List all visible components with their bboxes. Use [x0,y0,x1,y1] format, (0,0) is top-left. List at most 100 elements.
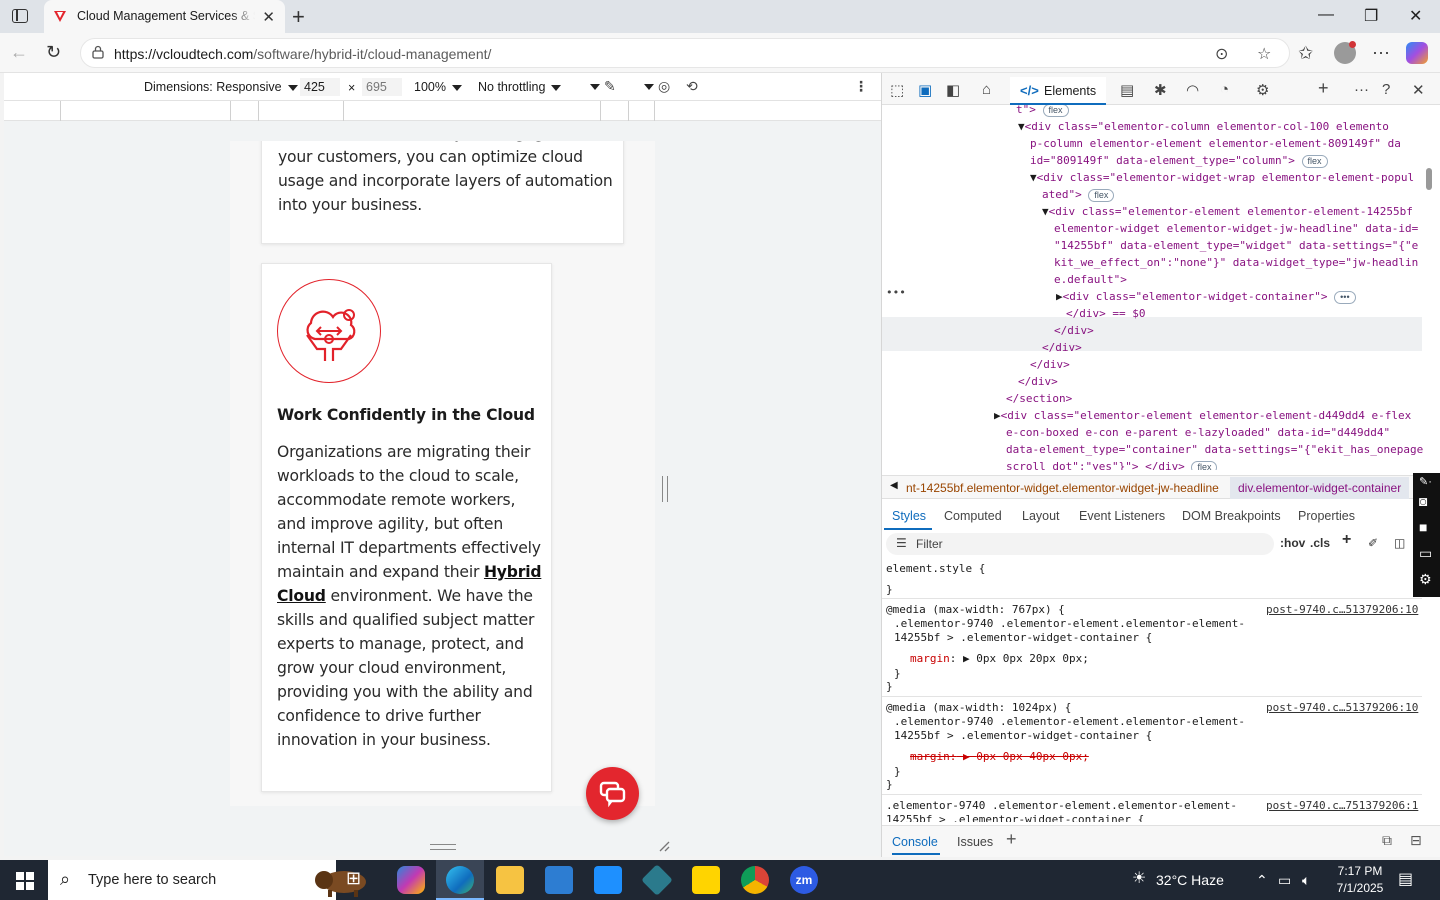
dom-line[interactable]: ▼<div class="elementor-widget-wrap eleme… [1030,170,1414,187]
drawer-add-tab-icon[interactable]: + [1006,829,1017,850]
styles-filter-input[interactable]: ☰ Filter [886,533,1274,555]
device-more-icon[interactable]: ⋮ [854,78,868,95]
viewport-resize-corner-icon[interactable] [658,840,670,852]
dom-line[interactable]: </div> [1054,323,1094,340]
media-query-bar[interactable] [4,101,881,121]
url-text[interactable]: https://vcloudtech.com/software/hybrid-i… [114,46,491,62]
breadcrumb-scroll-left-icon[interactable]: ◀ [890,480,898,491]
device-emulation-icon[interactable]: ▣ [918,81,932,99]
dom-line[interactable]: </div> [1030,357,1070,374]
paint-icon[interactable]: ✐ [1368,536,1378,550]
dom-line[interactable]: e-con-boxed e-con e-parent e-lazyloaded"… [1006,425,1390,442]
taskbar-clock[interactable]: 7:17 PM 7/1/2025 [1330,863,1390,897]
tab-actions-icon[interactable] [12,9,28,23]
dom-line[interactable]: ated"> flex [1042,187,1115,204]
style-source-link[interactable]: post-9740.c…51379206:10 [1266,603,1418,617]
windows-start-icon[interactable] [16,872,34,890]
close-devtools-icon[interactable]: ✕ [1412,81,1425,99]
dom-line[interactable]: p-column elementor-element elementor-ele… [1030,136,1401,153]
dom-scrollbar[interactable] [1426,168,1432,190]
close-window-icon[interactable]: ✕ [1409,6,1422,26]
subtab-dom-breakpoints[interactable]: DOM Breakpoints [1182,509,1281,523]
dom-line[interactable]: ▼<div class="elementor-element elementor… [1042,204,1413,221]
style-source-link[interactable]: post-9740.c…751379206:1 [1266,799,1418,813]
throttling-select[interactable]: No throttling [478,80,562,94]
dimensions-select[interactable]: Dimensions: Responsive [144,80,298,94]
restore-icon[interactable]: ❐ [1364,6,1378,26]
zoom-select[interactable]: 100% [414,80,462,94]
window-icon[interactable]: ▭ [1419,545,1432,562]
more-tools-plus-icon[interactable]: + [1318,78,1329,99]
chat-widget-button[interactable] [586,767,639,820]
minimize-icon[interactable]: — [1318,6,1334,24]
edge-browser-icon[interactable] [446,866,474,894]
dom-line[interactable]: elementor-widget elementor-widget-jw-hea… [1054,221,1418,238]
new-tab-button[interactable]: + [292,4,305,30]
drawer-tab-issues[interactable]: Issues [957,835,993,849]
notifications-icon[interactable]: ▤ [1398,869,1413,889]
tab-elements[interactable]: </> Elements [1010,77,1106,105]
breadcrumb-item[interactable]: nt-14255bf.elementor-widget.elementor-wi… [906,481,1219,495]
sources-bug-icon[interactable]: ✱ [1154,81,1167,99]
dom-line[interactable]: data-element_type="container" data-setti… [1006,442,1423,459]
settings-more-icon[interactable]: ··· [1372,42,1390,63]
favorites-icon[interactable]: ✩ [1298,43,1313,64]
vision-deficiency-icon[interactable]: ◎ [658,78,670,95]
back-icon[interactable]: ← [10,42,28,63]
address-bar[interactable]: https://vcloudtech.com/software/hybrid-i… [80,38,1290,68]
hov-toggle[interactable]: :hov [1280,536,1305,550]
zoom-app-icon[interactable]: zm [790,866,818,894]
sidebar-toggle-icon[interactable]: ◫ [1394,536,1405,550]
breadcrumb-item-active[interactable]: div.elementor-widget-container [1230,477,1410,499]
dom-line[interactable]: e.default"> [1054,272,1127,289]
subtab-layout[interactable]: Layout [1022,509,1060,523]
drawer-tab-console[interactable]: Console [892,835,938,849]
undock-drawer-icon[interactable]: ⧉ [1382,832,1392,849]
inspect-element-icon[interactable]: ⬚ [890,81,904,99]
dom-line[interactable]: scroll_dot":"yes"}"> </div> flex [1006,459,1218,470]
taskbar-search-input[interactable]: ⌕ Type here to search [48,860,366,900]
subtab-properties[interactable]: Properties [1298,509,1355,523]
width-input[interactable]: 425 [300,78,340,96]
copilot-taskbar-icon[interactable] [397,866,425,894]
reader-view-icon[interactable]: ⊙ [1215,44,1228,64]
style-source-link[interactable]: post-9740.c…51379206:10 [1266,701,1418,715]
collapsed-ellipsis-badge[interactable]: ••• [1334,290,1356,304]
dom-line[interactable]: id="809149f" data-element_type="column">… [1030,153,1328,170]
dom-tree[interactable]: t"> flex ▼<div class="elementor-column e… [882,105,1428,470]
flex-badge[interactable]: flex [1301,154,1328,168]
flex-badge[interactable]: flex [1191,460,1218,470]
welcome-home-icon[interactable]: ⌂ [982,81,991,98]
site-info-icon[interactable] [91,45,105,59]
sticky-notes-icon[interactable] [692,866,720,894]
browser-tab-active[interactable]: Cloud Management Services & Solutions ✕ [44,0,285,33]
copilot-icon[interactable] [1406,42,1428,64]
styles-pane[interactable]: element.style { } @media (max-width: 767… [882,560,1422,822]
task-view-icon[interactable]: ⊞ [346,868,374,896]
flex-badge[interactable]: flex [1042,105,1069,117]
microsoft-store-icon[interactable] [545,866,573,894]
network-wifi-icon[interactable]: ◠ [1186,81,1199,99]
subtab-event-listeners[interactable]: Event Listeners [1079,509,1165,523]
dom-line[interactable]: ▼<div class="elementor-column elementor-… [1018,119,1389,136]
rotate-icon[interactable]: ⟲ [686,78,698,95]
show-hidden-icons-chevron-icon[interactable]: ⌃ [1256,872,1268,889]
dom-line[interactable]: </div> [1018,374,1058,391]
new-rule-plus-icon[interactable]: + [1342,531,1351,549]
pen-options-caret-icon[interactable] [644,84,654,90]
dom-line[interactable]: </div> [1042,340,1082,357]
weather-sun-icon[interactable]: ☀ [1132,868,1146,888]
flex-badge[interactable]: flex [1088,188,1115,202]
chrome-icon[interactable] [741,866,769,894]
close-tab-icon[interactable]: ✕ [262,8,275,26]
performance-icon[interactable]: ◔ [1220,81,1229,98]
viewport-resize-right-handle[interactable] [662,476,668,502]
viewport-resize-bottom-handle[interactable] [430,844,456,850]
sensor-pen-icon[interactable]: ✎ [604,78,616,95]
close-drawer-icon[interactable]: ⊟ [1410,832,1422,849]
subtab-styles[interactable]: Styles [892,509,926,523]
dock-side-icon[interactable]: ◧ [946,81,960,99]
dom-line[interactable]: ▶<div class="elementor-element elementor… [994,408,1411,425]
cls-toggle[interactable]: .cls [1310,536,1330,550]
camera-icon[interactable]: ◙ [1419,493,1427,509]
